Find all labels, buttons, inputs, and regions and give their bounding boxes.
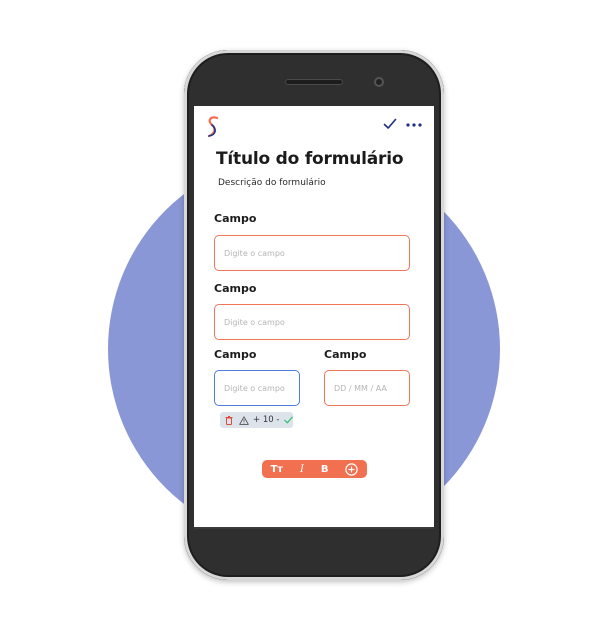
phone-frame: Título do formulário Descrição do formul…: [184, 50, 444, 580]
required-counter[interactable]: + 10 -: [253, 415, 279, 425]
date-field-input[interactable]: DD / MM / AA: [324, 370, 410, 406]
field-toolbar: + 10 -: [220, 412, 293, 428]
field-3-input[interactable]: Digite o campo: [214, 370, 300, 406]
add-circle-icon[interactable]: [345, 462, 359, 476]
app-screen: Título do formulário Descrição do formul…: [194, 106, 434, 527]
italic-icon[interactable]: I: [300, 464, 304, 475]
field-1-input[interactable]: Digite o campo: [214, 235, 410, 271]
field-2-label: Campo: [214, 282, 257, 295]
form-description[interactable]: Descrição do formulário: [218, 178, 326, 188]
warning-icon[interactable]: [239, 415, 250, 425]
screen-bottom-edge: [194, 527, 434, 529]
text-size-icon[interactable]: Tт: [270, 464, 283, 475]
form-title[interactable]: Título do formulário: [216, 149, 404, 169]
field-1-label: Campo: [214, 212, 257, 225]
check-icon[interactable]: [283, 416, 293, 424]
format-toolbar: Tт I B: [262, 460, 367, 478]
app-logo-icon: [207, 116, 219, 138]
phone-speaker: [285, 79, 343, 85]
field-3-label: Campo: [214, 348, 257, 361]
more-options-icon[interactable]: [406, 123, 422, 127]
phone-camera: [374, 77, 384, 87]
field-4-label: Campo: [324, 348, 367, 361]
confirm-check-icon[interactable]: [383, 117, 397, 131]
field-2-input[interactable]: Digite o campo: [214, 304, 410, 340]
trash-icon[interactable]: [224, 415, 234, 425]
bold-icon[interactable]: B: [321, 464, 329, 475]
